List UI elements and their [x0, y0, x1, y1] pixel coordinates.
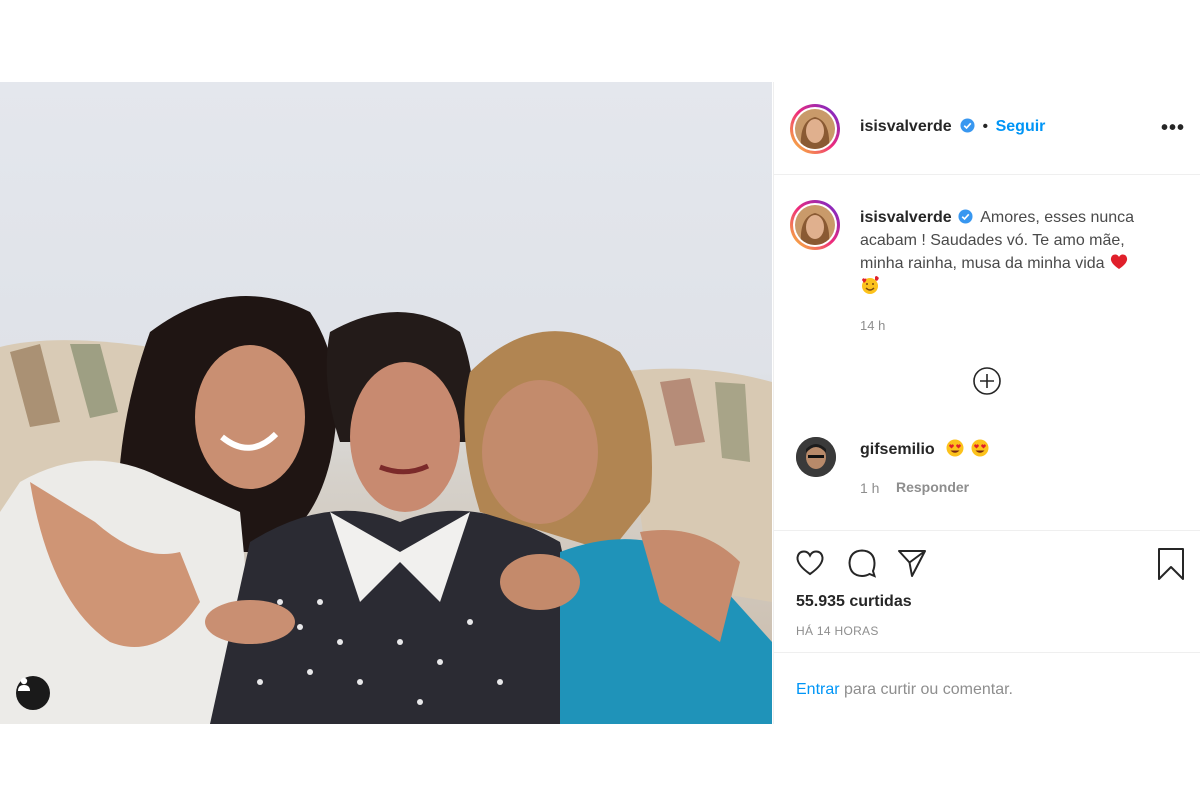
instagram-post: isisvalverde • Seguir ••• isisvalverde A…: [0, 82, 1200, 724]
paper-plane-icon[interactable]: [896, 547, 928, 579]
user-tag-button[interactable]: [16, 676, 50, 710]
caption-timestamp[interactable]: 14 h: [860, 318, 885, 333]
post-side-panel: isisvalverde • Seguir ••• isisvalverde A…: [773, 82, 1200, 724]
post-caption: isisvalverde Amores, esses nunca acabam …: [860, 206, 1170, 298]
separator-dot: •: [982, 118, 989, 135]
login-prompt: Entrar para curtir ou comentar.: [774, 652, 1200, 725]
caption-username[interactable]: isisvalverde: [860, 209, 952, 226]
plus-circle-icon[interactable]: [972, 366, 1002, 396]
more-options-button[interactable]: •••: [1161, 118, 1185, 138]
follow-button[interactable]: Seguir: [996, 118, 1046, 135]
verified-badge-icon: [960, 118, 975, 133]
commenter-avatar-image: [796, 437, 836, 477]
photo-illustration: [0, 296, 772, 724]
caption-avatar-image: [795, 205, 835, 245]
user-tag-icon: [18, 677, 30, 691]
reply-button[interactable]: Responder: [896, 479, 969, 495]
likes-count[interactable]: 55.935 curtidas: [796, 593, 912, 611]
heart-eyes-emoji-icon: [971, 439, 989, 457]
login-prompt-text: para curtir ou comentar.: [839, 681, 1013, 698]
red-heart-emoji-icon: [1110, 254, 1128, 269]
post-header: isisvalverde • Seguir •••: [774, 82, 1200, 175]
comment-item: gifsemilio: [860, 438, 990, 459]
post-photo[interactable]: [0, 82, 772, 724]
login-link[interactable]: Entrar: [796, 681, 840, 698]
commenter-avatar[interactable]: [796, 437, 836, 477]
author-username[interactable]: isisvalverde: [860, 118, 952, 135]
bookmark-icon[interactable]: [1156, 547, 1186, 581]
heart-icon[interactable]: [794, 547, 826, 579]
comment-author[interactable]: gifsemilio: [860, 441, 935, 458]
post-age[interactable]: HÁ 14 HORAS: [796, 624, 879, 638]
verified-badge-icon: [958, 209, 973, 224]
heart-eyes-emoji-icon: [946, 439, 964, 457]
post-actions: 55.935 curtidas HÁ 14 HORAS: [774, 530, 1200, 653]
author-avatar-image: [795, 109, 835, 149]
smiling-hearts-emoji-icon: [862, 276, 879, 294]
comment-timestamp[interactable]: 1 h: [860, 480, 879, 496]
comment-bubble-icon[interactable]: [846, 547, 878, 579]
author-avatar[interactable]: [790, 104, 840, 154]
caption-author-avatar[interactable]: [790, 200, 840, 250]
